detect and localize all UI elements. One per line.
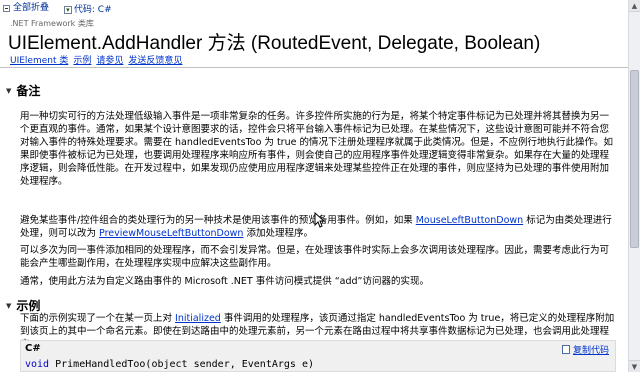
- header-links: UIElement 类示例 请参见 发送反馈意见: [10, 53, 187, 66]
- link-example[interactable]: 示例: [73, 56, 91, 66]
- code-language-label: 代码: C#: [73, 4, 112, 15]
- copy-code-button[interactable]: 复制代码: [561, 343, 609, 356]
- remarks-heading: 备注: [16, 84, 41, 98]
- vertical-scrollbar[interactable]: ▲ ▼: [628, 0, 640, 372]
- link-mouseleftbuttondown[interactable]: MouseLeftButtonDown: [416, 215, 523, 226]
- text-span: 添加处理程序。: [243, 228, 313, 239]
- remarks-section-toggle[interactable]: ▼ 备注: [6, 82, 40, 99]
- toolbar: 全部折叠 ▾ 代码: C#: [0, 0, 628, 17]
- copy-icon: [561, 345, 570, 354]
- mouse-cursor-icon: [314, 212, 326, 228]
- code-keyword: void: [25, 359, 50, 370]
- copy-code-label: 复制代码: [572, 346, 609, 356]
- code-line: void PrimeHandledToo(object sender, Even…: [25, 359, 314, 370]
- remarks-paragraph-3: 可以多次为同一事件添加相同的处理程序，而不会引发异常。但是，在处理该事件时实际上…: [20, 245, 610, 269]
- collapse-triangle-icon: ▼: [6, 86, 12, 95]
- code-block: C# 复制代码 void PrimeHandledToo(object send…: [20, 340, 616, 372]
- header-divider: [0, 67, 628, 68]
- code-language: C#: [25, 343, 41, 354]
- link-uielement-class[interactable]: UIElement 类: [10, 56, 68, 66]
- link-send-feedback[interactable]: 发送反馈意见: [128, 56, 182, 66]
- link-previewmouseleftbuttondown[interactable]: PreviewMouseLeftButtonDown: [99, 228, 243, 239]
- link-initialized[interactable]: Initialized: [175, 313, 221, 324]
- scroll-up-arrow-icon[interactable]: ▲: [629, 0, 640, 12]
- text-span: 下面的示例实现了一个在某一页上对: [20, 313, 176, 324]
- page-title: UIElement.AddHandler 方法 (RoutedEvent, De…: [8, 33, 541, 54]
- collapse-all-label: 全部折叠: [13, 3, 50, 13]
- collapse-icon: [3, 5, 10, 12]
- scrollbar-thumb[interactable]: [630, 70, 639, 248]
- remarks-paragraph-4: 通常，使用此方法为自定义路由事件的 Microsoft .NET 事件访问模式提…: [20, 276, 429, 287]
- text-span: 避免某些事件/控件组合的类处理行为的另一种技术是使用该事件的预览备用事件。例如，…: [20, 215, 416, 226]
- code-text: PrimeHandledToo(object sender, EventArgs…: [49, 359, 314, 370]
- collapse-triangle-icon: ▼: [6, 301, 12, 310]
- collapse-all-button[interactable]: 全部折叠: [3, 0, 49, 17]
- code-language-filter[interactable]: ▾ 代码: C#: [63, 2, 112, 19]
- remarks-paragraph-1: 用一种切实可行的方法处理低级输入事件是一项非常复杂的任务。许多控件所实施的行为是…: [20, 111, 613, 187]
- link-see-also[interactable]: 请参见: [96, 56, 123, 66]
- scroll-down-arrow-icon[interactable]: ▼: [629, 360, 640, 372]
- checkbox-icon: ▾: [63, 6, 72, 14]
